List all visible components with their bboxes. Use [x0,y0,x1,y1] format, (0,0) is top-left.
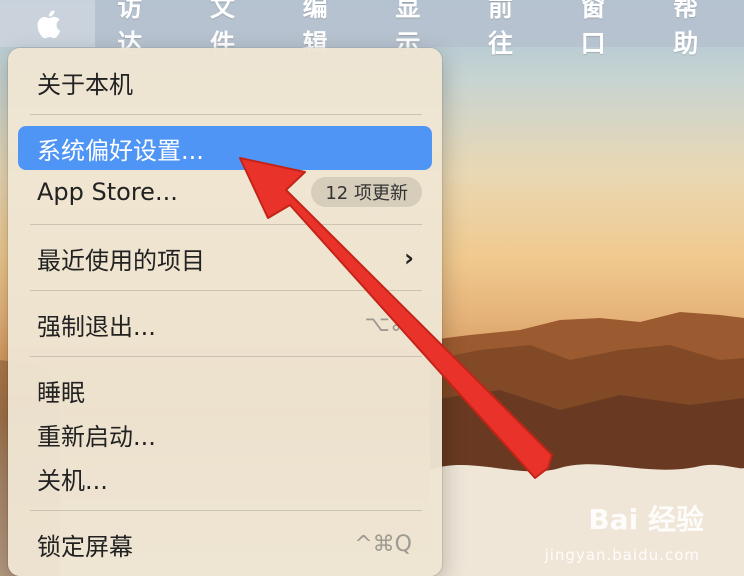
menu-item-shutdown[interactable]: 关机... [18,456,432,500]
menu-go[interactable]: 前往 [466,0,559,60]
keyboard-shortcut: ⌥⌘ [364,311,412,337]
apple-dropdown-menu: 关于本机 系统偏好设置... App Store... 12 项更新 最近使用的… [8,48,442,576]
menu-item-label: App Store... [37,178,178,206]
watermark-url: jingyan.baidu.com [544,546,700,564]
menu-item-label: 关于本机 [37,70,133,99]
watermark-logo: Bai 经验 [588,503,704,536]
menu-window[interactable]: 窗口 [559,0,652,60]
menu-item-system-preferences[interactable]: 系统偏好设置... [18,126,432,170]
chevron-right-icon: › [404,244,414,272]
keyboard-shortcut: ^⌘Q [354,531,412,557]
menu-bar: 访达 文件 编辑 显示 前往 窗口 帮助 [0,0,744,58]
menu-separator [30,290,422,291]
menu-item-label: 强制退出... [37,312,156,341]
menu-item-restart[interactable]: 重新启动... [18,412,432,456]
menu-item-recent-items[interactable]: 最近使用的项目 › [18,236,432,280]
menu-item-label: 关机... [37,466,108,495]
menu-item-label: 重新启动... [37,422,156,451]
menu-item-sleep[interactable]: 睡眠 [18,368,432,412]
menu-item-force-quit[interactable]: 强制退出... ⌥⌘ [18,302,432,346]
menu-item-app-store[interactable]: App Store... 12 项更新 [18,170,432,214]
menu-help[interactable]: 帮助 [651,0,744,60]
updates-badge: 12 项更新 [311,177,422,207]
apple-menu-button[interactable] [0,0,96,47]
menu-item-about[interactable]: 关于本机 [18,60,432,104]
menu-separator [30,356,422,357]
menu-separator [30,224,422,225]
apple-logo-icon [37,9,60,38]
menu-item-label: 最近使用的项目 [37,246,205,275]
menu-separator [30,510,422,511]
menu-item-label: 睡眠 [37,378,85,407]
menu-item-label: 锁定屏幕 [37,532,133,561]
menu-item-label: 系统偏好设置... [37,136,204,165]
menu-separator [30,114,422,115]
menu-item-lock-screen[interactable]: 锁定屏幕 ^⌘Q [18,522,432,566]
